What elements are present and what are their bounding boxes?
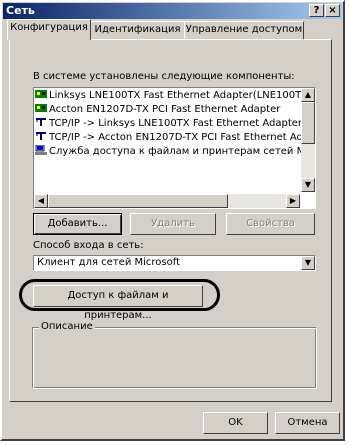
tab-configuration[interactable]: Конфигурация bbox=[7, 19, 91, 40]
chevron-down-icon[interactable]: ▼ bbox=[301, 256, 315, 270]
remove-button[interactable]: Удалить bbox=[130, 213, 216, 235]
scroll-up-icon[interactable]: ▲ bbox=[301, 88, 315, 102]
list-item-label: TCP/IP -> Accton EN1207D-TX PCI Fast Eth… bbox=[49, 132, 303, 143]
description-group: Описание bbox=[32, 321, 317, 389]
cancel-button[interactable]: Отмена bbox=[275, 412, 340, 434]
description-title: Описание bbox=[39, 321, 95, 333]
tab-access-control[interactable]: Управление доступом bbox=[184, 21, 304, 39]
components-list[interactable]: Linksys LNE100TX Fast Ethernet Adapter(L… bbox=[33, 87, 316, 209]
network-adapter-icon bbox=[35, 104, 47, 112]
logon-label: Способ входа в сеть: bbox=[33, 240, 144, 251]
protocol-icon bbox=[36, 132, 46, 140]
properties-button[interactable]: Свойства bbox=[226, 213, 315, 235]
protocol-icon bbox=[36, 118, 46, 126]
components-heading: В системе установлены следующие компонен… bbox=[33, 71, 295, 82]
list-item-label: TCP/IP -> Linksys LNE100TX Fast Ethernet… bbox=[49, 118, 305, 129]
scroll-right-icon[interactable]: ▶ bbox=[286, 194, 300, 208]
add-button[interactable]: Добавить... bbox=[33, 213, 122, 235]
list-item[interactable]: Служба доступа к файлам и принтерам сете… bbox=[35, 145, 305, 159]
window-title: Сеть bbox=[6, 4, 35, 17]
list-item[interactable]: TCP/IP -> Accton EN1207D-TX PCI Fast Eth… bbox=[35, 131, 305, 145]
scroll-down-icon[interactable]: ▼ bbox=[301, 178, 315, 192]
close-button[interactable]: × bbox=[325, 4, 340, 17]
network-adapter-icon bbox=[35, 90, 47, 98]
horizontal-scrollbar[interactable]: ◀ ▶ bbox=[34, 194, 300, 208]
service-icon bbox=[35, 145, 47, 155]
vertical-scroll-thumb[interactable] bbox=[301, 102, 315, 144]
list-item-label: Служба доступа к файлам и принтерам сете… bbox=[49, 146, 305, 157]
logon-select-value: Клиент для сетей Microsoft bbox=[37, 257, 180, 268]
scroll-left-icon[interactable]: ◀ bbox=[34, 194, 48, 208]
list-item-label: Linksys LNE100TX Fast Ethernet Adapter(L… bbox=[49, 90, 305, 101]
title-bar[interactable]: Сеть ? × bbox=[3, 3, 342, 19]
help-button[interactable]: ? bbox=[309, 4, 324, 17]
list-item[interactable]: Accton EN1207D-TX PCI Fast Ethernet Adap… bbox=[35, 103, 305, 117]
tab-identification[interactable]: Идентификация bbox=[90, 21, 185, 39]
list-item[interactable]: Linksys LNE100TX Fast Ethernet Adapter(L… bbox=[35, 89, 305, 103]
horizontal-scroll-thumb[interactable] bbox=[48, 194, 228, 208]
list-item-label: Accton EN1207D-TX PCI Fast Ethernet Adap… bbox=[49, 104, 281, 115]
vertical-scrollbar[interactable]: ▲ ▼ bbox=[301, 88, 315, 192]
list-item[interactable]: TCP/IP -> Linksys LNE100TX Fast Ethernet… bbox=[35, 117, 305, 131]
highlight-oval bbox=[19, 279, 220, 311]
ok-button[interactable]: OK bbox=[203, 412, 268, 434]
logon-select[interactable]: Клиент для сетей Microsoft ▼ bbox=[33, 255, 316, 271]
